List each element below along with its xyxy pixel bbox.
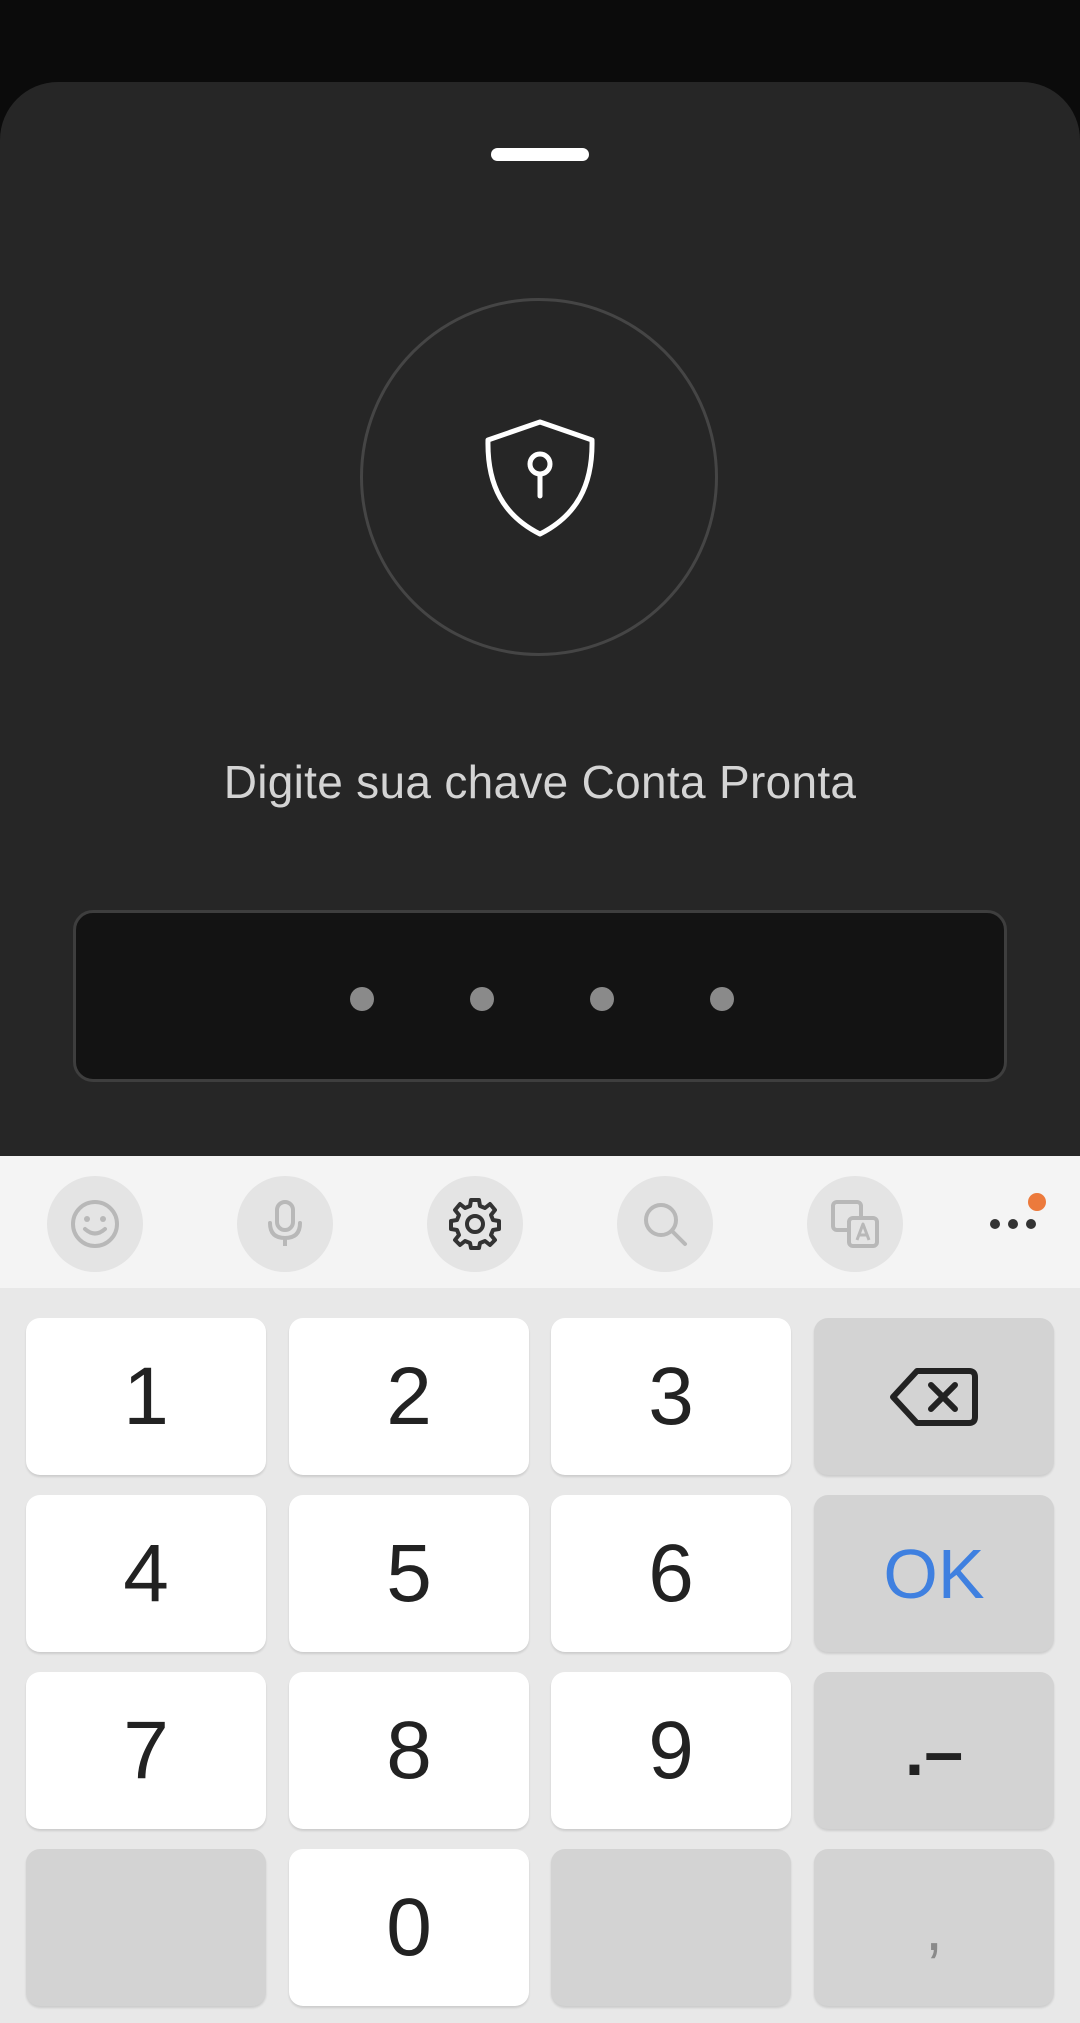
keyboard-toolbar — [0, 1156, 1080, 1288]
pin-dot — [710, 987, 734, 1011]
empty-key-left — [26, 1849, 266, 2006]
shield-lock-icon — [485, 419, 595, 537]
app-screen: Digite sua chave Conta Pronta 1 2 3 4 5 … — [0, 0, 1080, 2023]
ok-key[interactable]: OK — [814, 1495, 1054, 1652]
key-8[interactable]: 8 — [289, 1672, 529, 1829]
key-0[interactable]: 0 — [289, 1849, 529, 2006]
bottom-sheet: Digite sua chave Conta Pronta — [0, 82, 1080, 1202]
sheet-title: Digite sua chave Conta Pronta — [223, 756, 857, 808]
search-button[interactable] — [617, 1176, 713, 1272]
drag-handle[interactable] — [491, 148, 589, 161]
key-5[interactable]: 5 — [289, 1495, 529, 1652]
empty-key-right — [551, 1849, 791, 2006]
key-9[interactable]: 9 — [551, 1672, 791, 1829]
key-7[interactable]: 7 — [26, 1672, 266, 1829]
pin-dot — [350, 987, 374, 1011]
key-4[interactable]: 4 — [26, 1495, 266, 1652]
pin-dot — [590, 987, 614, 1011]
search-icon — [644, 1203, 687, 1246]
emoji-icon — [71, 1200, 119, 1248]
notification-dot — [1028, 1193, 1046, 1211]
backspace-key[interactable] — [814, 1318, 1054, 1475]
translate-icon — [831, 1200, 879, 1248]
gear-icon — [449, 1198, 501, 1250]
more-icon[interactable] — [975, 1176, 1071, 1272]
translate-button[interactable] — [807, 1176, 903, 1272]
pin-dot — [470, 987, 494, 1011]
comma-key[interactable]: , — [814, 1849, 1054, 2006]
voice-input-button[interactable] — [237, 1176, 333, 1272]
backspace-icon — [890, 1367, 978, 1426]
numeric-keypad: 1 2 3 4 5 6 OK 7 8 9 .– 0 , — [0, 1288, 1080, 2023]
emoji-button[interactable] — [47, 1176, 143, 1272]
microphone-icon — [268, 1200, 302, 1246]
pin-field[interactable] — [73, 910, 1007, 1082]
punctuation-key[interactable]: .– — [814, 1672, 1054, 1829]
key-1[interactable]: 1 — [26, 1318, 266, 1475]
key-2[interactable]: 2 — [289, 1318, 529, 1475]
key-6[interactable]: 6 — [551, 1495, 791, 1652]
settings-button[interactable] — [427, 1176, 523, 1272]
key-3[interactable]: 3 — [551, 1318, 791, 1475]
